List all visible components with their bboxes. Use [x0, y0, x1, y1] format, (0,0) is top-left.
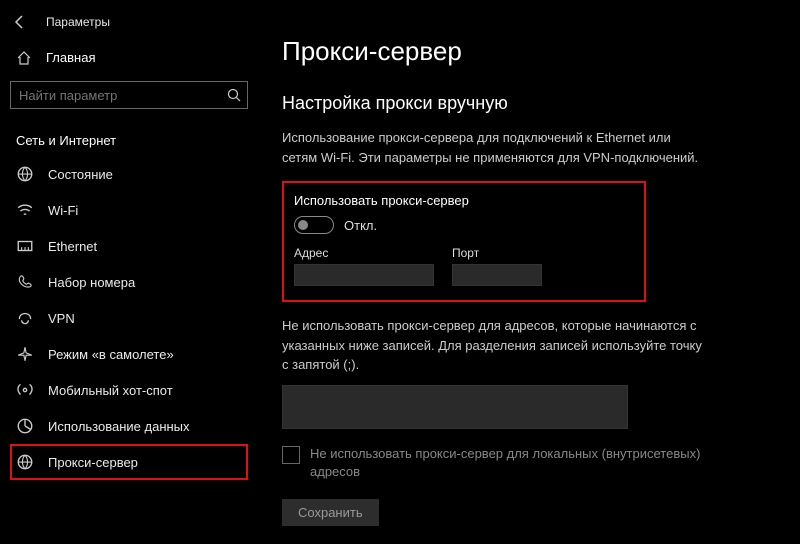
use-proxy-toggle-row: Откл.: [294, 216, 634, 234]
nav-label: Режим «в самолете»: [48, 347, 174, 362]
nav-label: VPN: [48, 311, 75, 326]
port-field: Порт: [452, 246, 542, 286]
search-icon: [227, 88, 241, 102]
ethernet-icon: [16, 238, 34, 254]
data-usage-icon: [16, 418, 34, 434]
nav-label: Мобильный хот-спот: [48, 383, 173, 398]
back-icon[interactable]: [12, 14, 28, 30]
home-icon: [16, 51, 32, 65]
nav-label: Ethernet: [48, 239, 97, 254]
phone-icon: [16, 274, 34, 290]
bypass-textarea[interactable]: [282, 385, 628, 429]
nav-list: Состояние Wi-Fi Ethernet Набор номера VP…: [0, 156, 258, 480]
nav-label: Прокси-сервер: [48, 455, 138, 470]
address-input[interactable]: [294, 264, 434, 286]
nav-item-proxy[interactable]: Прокси-сервер: [10, 444, 248, 480]
vpn-icon: [16, 310, 34, 326]
nav-label: Wi-Fi: [48, 203, 78, 218]
sidebar: Параметры Главная Сеть и Интернет Состоя…: [0, 0, 258, 544]
nav-label: Состояние: [48, 167, 113, 182]
home-link[interactable]: Главная: [0, 40, 258, 75]
wifi-icon: [16, 202, 34, 218]
title-bar: Параметры: [0, 10, 258, 40]
nav-item-vpn[interactable]: VPN: [0, 300, 258, 336]
search-input[interactable]: [19, 88, 227, 103]
local-bypass-label: Не использовать прокси-сервер для локаль…: [310, 445, 702, 481]
main-content: Прокси-сервер Настройка прокси вручную И…: [258, 0, 800, 544]
nav-item-data-usage[interactable]: Использование данных: [0, 408, 258, 444]
address-port-row: Адрес Порт: [294, 246, 634, 286]
port-label: Порт: [452, 246, 542, 260]
local-bypass-checkbox[interactable]: [282, 446, 300, 464]
nav-item-ethernet[interactable]: Ethernet: [0, 228, 258, 264]
home-label: Главная: [46, 50, 95, 65]
nav-label: Использование данных: [48, 419, 190, 434]
airplane-icon: [16, 346, 34, 362]
nav-label: Набор номера: [48, 275, 135, 290]
globe-icon: [16, 454, 34, 470]
app-title: Параметры: [46, 15, 110, 29]
port-input[interactable]: [452, 264, 542, 286]
toggle-state-text: Откл.: [344, 218, 377, 233]
page-title: Прокси-сервер: [282, 36, 776, 67]
address-field: Адрес: [294, 246, 434, 286]
nav-item-hotspot[interactable]: Мобильный хот-спот: [0, 372, 258, 408]
address-label: Адрес: [294, 246, 434, 260]
use-proxy-toggle[interactable]: [294, 216, 334, 234]
nav-item-wifi[interactable]: Wi-Fi: [0, 192, 258, 228]
search-box[interactable]: [10, 81, 248, 109]
category-header: Сеть и Интернет: [0, 119, 258, 156]
use-proxy-label: Использовать прокси-сервер: [294, 193, 634, 208]
hotspot-icon: [16, 382, 34, 398]
search-wrap: [0, 75, 258, 119]
section-title: Настройка прокси вручную: [282, 93, 776, 114]
section-description: Использование прокси-сервера для подключ…: [282, 128, 702, 167]
nav-item-status[interactable]: Состояние: [0, 156, 258, 192]
bypass-description: Не использовать прокси-сервер для адресо…: [282, 316, 702, 375]
nav-item-dialup[interactable]: Набор номера: [0, 264, 258, 300]
nav-item-airplane[interactable]: Режим «в самолете»: [0, 336, 258, 372]
local-bypass-row: Не использовать прокси-сервер для локаль…: [282, 445, 702, 481]
save-button[interactable]: Сохранить: [282, 499, 379, 526]
proxy-group-highlight: Использовать прокси-сервер Откл. Адрес П…: [282, 181, 646, 302]
globe-icon: [16, 166, 34, 182]
